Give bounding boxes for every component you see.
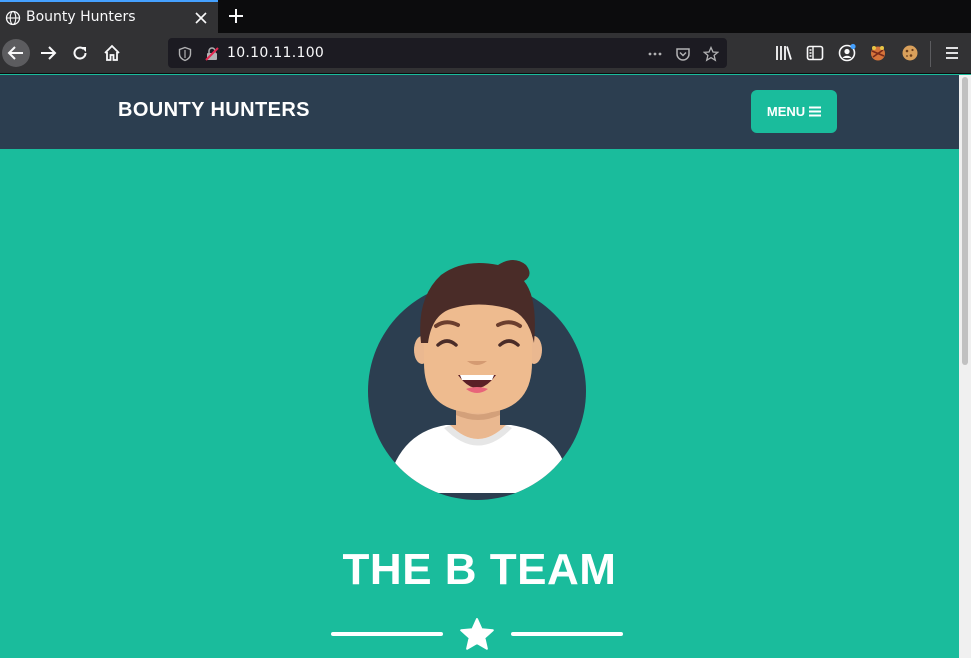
forward-arrow-icon: [41, 46, 57, 60]
toolbar-separator: [930, 41, 931, 67]
cookie-icon[interactable]: [900, 43, 920, 63]
close-icon[interactable]: [193, 10, 209, 26]
url-text[interactable]: 10.10.11.100: [227, 45, 324, 61]
site-header: BOUNTY HUNTERS MENU: [0, 75, 959, 149]
tab-strip: Bounty Hunters: [0, 0, 971, 33]
nav-toolbar: 10.10.11.100: [0, 33, 971, 74]
web-page: BOUNTY HUNTERS MENU THE B TEAM: [0, 75, 959, 658]
home-icon: [104, 44, 120, 61]
back-arrow-icon: [7, 46, 23, 60]
back-button[interactable]: [2, 39, 30, 67]
divider-line-right: [511, 632, 623, 636]
reload-icon: [73, 46, 87, 60]
shield-icon[interactable]: [177, 46, 193, 62]
divider-line-left: [331, 632, 443, 636]
hero-title: THE B TEAM: [342, 545, 617, 594]
home-button[interactable]: [98, 39, 126, 67]
account-icon[interactable]: [837, 43, 857, 63]
site-brand[interactable]: BOUNTY HUNTERS: [118, 99, 310, 122]
plus-icon[interactable]: [227, 7, 245, 25]
scrollbar-thumb[interactable]: [962, 77, 968, 365]
menu-button[interactable]: MENU: [751, 90, 837, 133]
hamburger-icon[interactable]: [942, 43, 962, 63]
library-icon[interactable]: [774, 43, 794, 63]
forward-button[interactable]: [34, 39, 62, 67]
bars-icon: [809, 106, 822, 117]
url-bar[interactable]: 10.10.11.100: [168, 38, 727, 68]
menu-label: MENU: [766, 104, 806, 119]
insecure-lock-icon[interactable]: [204, 46, 220, 62]
extension-icon[interactable]: [868, 43, 888, 63]
tab-title: Bounty Hunters: [26, 9, 136, 25]
reload-button[interactable]: [66, 39, 94, 67]
active-tab[interactable]: Bounty Hunters: [0, 0, 218, 33]
more-dots-icon[interactable]: [647, 46, 663, 62]
star-icon[interactable]: [703, 46, 719, 62]
avatar-illustration: [368, 260, 586, 500]
vertical-scrollbar[interactable]: [959, 75, 971, 658]
pocket-icon[interactable]: [675, 46, 691, 62]
globe-icon: [5, 10, 21, 26]
star-icon: [460, 618, 494, 650]
sidebar-icon[interactable]: [805, 43, 825, 63]
